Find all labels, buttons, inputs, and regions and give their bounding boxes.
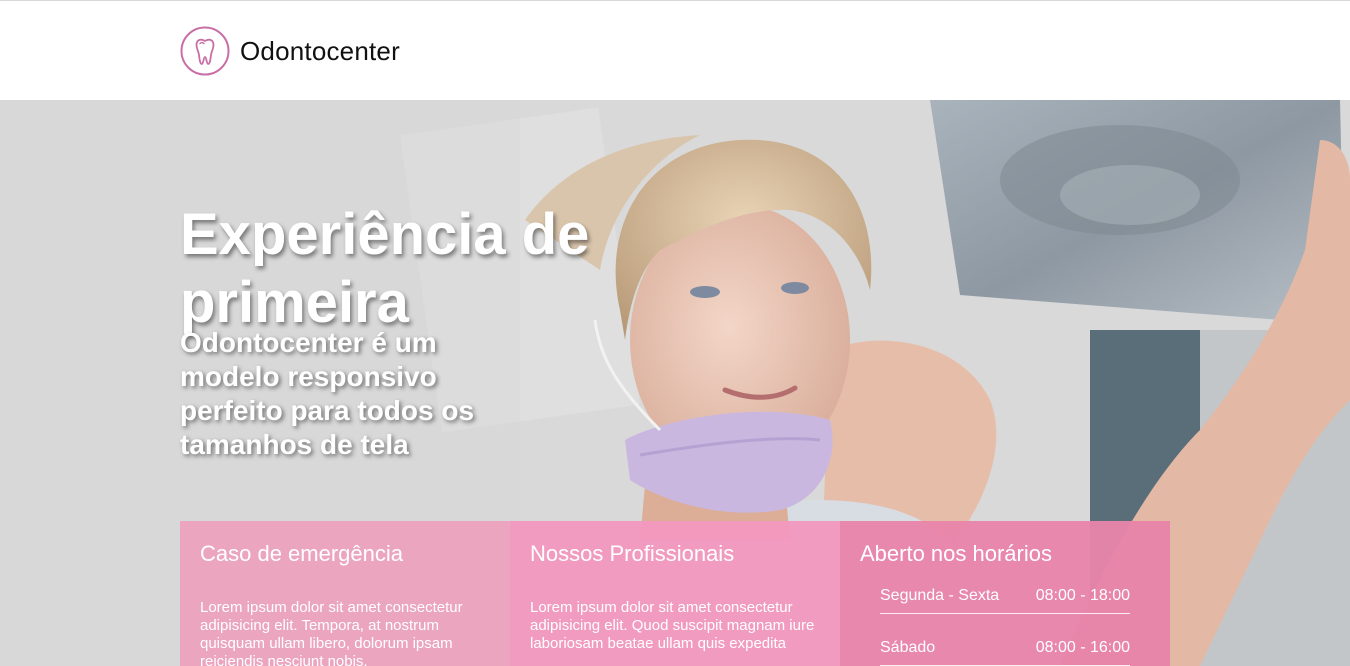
emergency-card: Caso de emergência Lorem ipsum dolor sit… — [180, 521, 510, 666]
card-title: Nossos Profissionais — [530, 541, 735, 566]
brand-name: Odontocenter — [240, 35, 400, 66]
tooth-icon — [180, 26, 230, 76]
site-header: Odontocenter — [0, 0, 1350, 100]
opening-hours-card: Aberto nos horários Segunda - Sexta 08:0… — [840, 521, 1170, 666]
hours-row: Segunda - Sexta 08:00 - 18:00 — [880, 581, 1130, 614]
card-text: Lorem ipsum dolor sit amet consectetur a… — [530, 599, 815, 652]
card-text: Lorem ipsum dolor sit amet consectetur a… — [200, 599, 463, 666]
hero-banner: Experiência de primeira Odontocenter é u… — [0, 100, 1350, 666]
hours-day: Segunda - Sexta — [880, 587, 1000, 604]
logo-link[interactable]: Odontocenter — [180, 26, 400, 76]
hours-row: Sábado 08:00 - 16:00 — [880, 633, 1130, 666]
hours-time: 08:00 - 16:00 — [1035, 639, 1130, 656]
hero-subtitle: Odontocenter é um modelo responsivo perf… — [180, 327, 475, 460]
card-title: Aberto nos horários — [860, 541, 1052, 566]
hours-list: Segunda - Sexta 08:00 - 18:00 Sábado 08:… — [860, 581, 1150, 666]
hero-title: Experiência de primeira — [180, 201, 590, 335]
hours-time: 08:00 - 18:00 — [1035, 587, 1130, 604]
hours-day: Sábado — [880, 639, 936, 656]
info-cards: Caso de emergência Lorem ipsum dolor sit… — [180, 521, 1170, 666]
professionals-card: Nossos Profissionais Lorem ipsum dolor s… — [510, 521, 840, 666]
card-title: Caso de emergência — [200, 541, 404, 566]
